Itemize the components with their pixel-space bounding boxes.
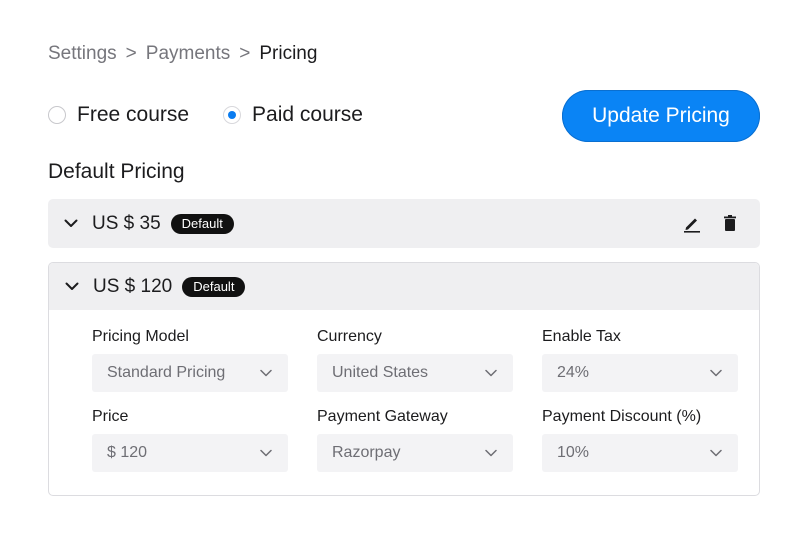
- select-value: Standard Pricing: [107, 364, 226, 381]
- currency-field: Currency United States: [317, 328, 542, 408]
- chevron-down-icon: [710, 369, 722, 377]
- breadcrumb-pricing: Pricing: [259, 43, 318, 64]
- chevron-down-icon: [710, 449, 722, 457]
- field-label: Currency: [317, 328, 382, 345]
- pricing-model-select[interactable]: Standard Pricing: [92, 354, 288, 392]
- free-course-label: Free course: [77, 103, 190, 126]
- section-title: Default Pricing: [48, 160, 185, 183]
- payment-gateway-field: Payment Gateway Razorpay: [317, 408, 542, 488]
- course-type-radio-group: Free course Paid course: [48, 103, 397, 127]
- field-label: Payment Gateway: [317, 408, 448, 425]
- field-label: Payment Discount (%): [542, 408, 702, 425]
- free-course-radio[interactable]: [48, 106, 66, 124]
- select-value: Razorpay: [332, 444, 401, 461]
- payment-discount-select[interactable]: 10%: [542, 434, 738, 472]
- price-label: US $ 35: [92, 212, 161, 234]
- default-badge: Default: [182, 276, 246, 297]
- paid-course-option[interactable]: Paid course: [223, 103, 363, 127]
- pencil-icon[interactable]: [682, 213, 702, 233]
- pricing-form: Pricing Model Standard Pricing Currency …: [92, 328, 738, 488]
- paid-course-label: Paid course: [252, 103, 363, 126]
- payment-discount-field: Payment Discount (%) 10%: [542, 408, 738, 488]
- price-row-collapsed[interactable]: US $ 35 Default: [48, 199, 760, 248]
- update-pricing-button[interactable]: Update Pricing: [562, 90, 760, 142]
- select-value: $ 120: [107, 444, 148, 461]
- select-value: 10%: [557, 444, 590, 461]
- chevron-down-icon: [485, 449, 497, 457]
- price-label: US $ 120: [93, 275, 173, 297]
- price-field: Price $ 120: [92, 408, 317, 488]
- field-label: Enable Tax: [542, 328, 621, 345]
- breadcrumb-separator: >: [239, 43, 251, 64]
- enable-tax-field: Enable Tax 24%: [542, 328, 738, 408]
- price-card-expanded: US $ 120 Default Pricing Model Standard …: [48, 262, 760, 496]
- chevron-down-icon: [485, 369, 497, 377]
- price-select[interactable]: $ 120: [92, 434, 288, 472]
- free-course-option[interactable]: Free course: [48, 103, 189, 127]
- chevron-down-icon[interactable]: [62, 215, 80, 233]
- default-badge: Default: [170, 213, 234, 234]
- enable-tax-select[interactable]: 24%: [542, 354, 738, 392]
- breadcrumb-payments[interactable]: Payments: [146, 43, 230, 65]
- chevron-down-icon[interactable]: [63, 278, 81, 296]
- chevron-down-icon: [260, 369, 272, 377]
- field-label: Pricing Model: [92, 328, 189, 345]
- select-value: 24%: [557, 364, 590, 381]
- breadcrumb-settings[interactable]: Settings: [48, 43, 117, 65]
- select-value: United States: [332, 364, 429, 381]
- currency-select[interactable]: United States: [317, 354, 513, 392]
- breadcrumb-separator: >: [125, 43, 137, 64]
- pricing-model-field: Pricing Model Standard Pricing: [92, 328, 317, 408]
- field-label: Price: [92, 408, 129, 425]
- payment-gateway-select[interactable]: Razorpay: [317, 434, 513, 472]
- breadcrumb: Settings > Payments > Pricing: [48, 43, 317, 65]
- paid-course-radio[interactable]: [223, 106, 242, 124]
- price-card-header[interactable]: US $ 120 Default: [49, 263, 759, 310]
- trash-icon[interactable]: [720, 213, 740, 233]
- chevron-down-icon: [260, 449, 272, 457]
- row-actions: [664, 213, 740, 233]
